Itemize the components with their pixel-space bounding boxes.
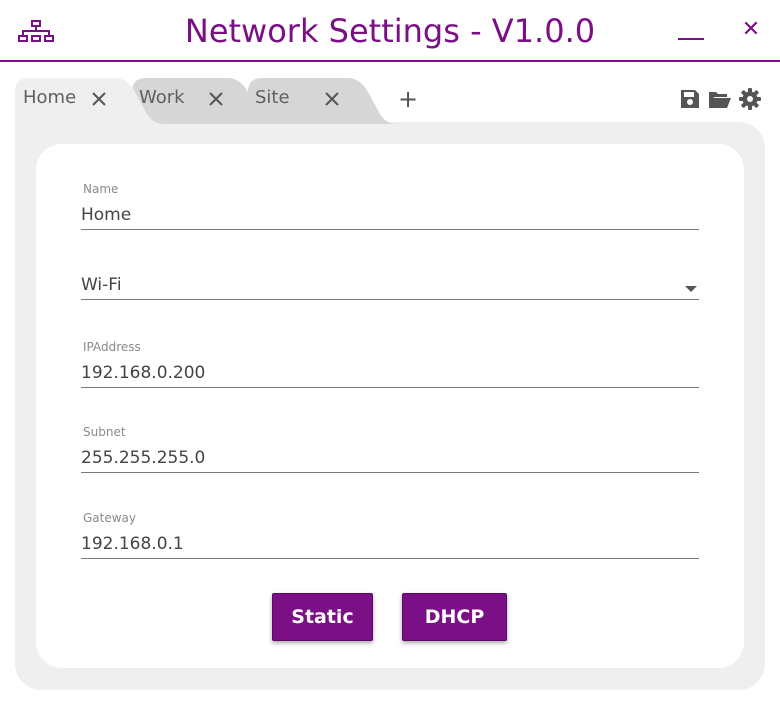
adapter-select[interactable] bbox=[81, 274, 699, 300]
tab-home[interactable]: Home bbox=[15, 78, 165, 124]
gear-icon[interactable] bbox=[739, 88, 761, 110]
folder-open-icon[interactable] bbox=[708, 88, 732, 110]
add-tab-button[interactable]: + bbox=[396, 87, 420, 111]
close-icon[interactable] bbox=[321, 88, 343, 110]
close-icon[interactable] bbox=[205, 88, 227, 110]
ip-address-label: IPAddress bbox=[83, 340, 141, 354]
ip-address-input[interactable] bbox=[81, 362, 699, 388]
subnet-field: Subnet bbox=[81, 423, 699, 479]
subnet-label: Subnet bbox=[83, 425, 126, 439]
minimize-button[interactable] bbox=[676, 18, 706, 42]
save-icon[interactable] bbox=[679, 88, 701, 110]
ip-address-field: IPAddress bbox=[81, 338, 699, 394]
gateway-label: Gateway bbox=[83, 511, 137, 525]
static-button[interactable]: Static bbox=[272, 593, 373, 641]
title-bar: Network Settings - V1.0.0 ✕ bbox=[0, 0, 780, 62]
adapter-dropdown[interactable] bbox=[81, 274, 699, 308]
window-title: Network Settings - V1.0.0 bbox=[184, 12, 596, 50]
tab-strip: Site Work Home + bbox=[0, 70, 780, 126]
chevron-down-icon bbox=[685, 286, 697, 292]
name-input[interactable] bbox=[81, 204, 699, 230]
name-label: Name bbox=[83, 182, 119, 196]
name-field: Name bbox=[81, 180, 699, 236]
gateway-field: Gateway bbox=[81, 509, 699, 565]
close-window-button[interactable]: ✕ bbox=[738, 16, 764, 44]
gateway-input[interactable] bbox=[81, 533, 699, 559]
subnet-input[interactable] bbox=[81, 447, 699, 473]
tab-label: Home bbox=[23, 87, 77, 108]
dhcp-button[interactable]: DHCP bbox=[402, 593, 507, 641]
close-icon[interactable] bbox=[88, 88, 110, 110]
